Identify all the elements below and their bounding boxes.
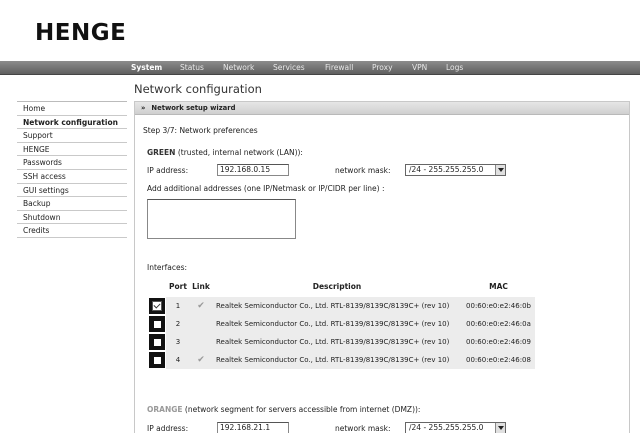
interfaces-table: Port Link Description MAC 1 ✔ Realtek Se…: [148, 280, 535, 369]
page-title: Network configuration: [134, 82, 262, 96]
table-row: 2 Realtek Semiconductor Co., Ltd. RTL-81…: [148, 315, 535, 333]
description-cell: Realtek Semiconductor Co., Ltd. RTL-8139…: [212, 315, 462, 333]
additional-addresses-textarea[interactable]: [147, 199, 296, 239]
mac-cell: 00:60:e0:e2:46:09: [462, 333, 535, 351]
description-cell: Realtek Semiconductor Co., Ltd. RTL-8139…: [212, 297, 462, 315]
link-check-icon: ✔: [197, 301, 205, 311]
orange-ip-input[interactable]: 192.168.21.1: [217, 422, 289, 433]
sidebar-item-credits[interactable]: Credits: [17, 224, 127, 238]
sidebar-item-passwords[interactable]: Passwords: [17, 156, 127, 170]
chevron-down-icon: [495, 423, 505, 433]
port-cell: 4: [166, 351, 190, 369]
orange-zone-description: (network segment for servers accessible …: [184, 405, 421, 414]
description-cell: Realtek Semiconductor Co., Ltd. RTL-8139…: [212, 333, 462, 351]
interface-3-checkbox[interactable]: [149, 334, 165, 350]
mac-cell: 00:60:e0:e2:46:0a: [462, 315, 535, 333]
column-description: Description: [312, 282, 362, 291]
sidebar-item-henge[interactable]: HENGE: [17, 143, 127, 157]
interface-1-checkbox[interactable]: [149, 298, 165, 314]
henge-logo: HENGE: [35, 20, 127, 46]
orange-mask-label: network mask:: [335, 424, 391, 433]
green-ip-input[interactable]: 192.168.0.15: [217, 164, 289, 176]
port-cell: 1: [166, 297, 190, 315]
nav-logs[interactable]: Logs: [446, 63, 463, 72]
table-row: 1 ✔ Realtek Semiconductor Co., Ltd. RTL-…: [148, 297, 535, 315]
orange-mask-value: /24 - 255.255.255.0: [409, 423, 484, 432]
interface-4-checkbox[interactable]: [149, 352, 165, 368]
orange-ip-label: IP address:: [147, 424, 189, 433]
table-row: 3 Realtek Semiconductor Co., Ltd. RTL-81…: [148, 333, 535, 351]
table-header: Port Link Description MAC: [148, 280, 535, 293]
nav-vpn[interactable]: VPN: [412, 63, 427, 72]
panel-header-title: Network setup wizard: [151, 104, 236, 112]
table-row: 4 ✔ Realtek Semiconductor Co., Ltd. RTL-…: [148, 351, 535, 369]
link-check-icon: ✔: [197, 355, 205, 365]
sidebar-item-support[interactable]: Support: [17, 129, 127, 143]
column-mac: MAC: [489, 282, 508, 291]
panel-header: » Network setup wizard: [135, 102, 629, 115]
green-mask-value: /24 - 255.255.255.0: [409, 165, 484, 174]
sidebar-item-backup[interactable]: Backup: [17, 197, 127, 211]
chevron-down-icon: [495, 165, 505, 175]
nav-firewall[interactable]: Firewall: [325, 63, 353, 72]
mac-cell: 00:60:e0:e2:46:08: [462, 351, 535, 369]
sidebar-item-gui-settings[interactable]: GUI settings: [17, 184, 127, 198]
nav-system[interactable]: System: [131, 63, 162, 72]
port-cell: 2: [166, 315, 190, 333]
nav-network[interactable]: Network: [223, 63, 254, 72]
sidebar: Home Network configuration Support HENGE…: [17, 101, 127, 238]
step-label: Step 3/7: Network preferences: [143, 126, 258, 135]
additional-addresses-label: Add additional addresses (one IP/Netmask…: [147, 184, 385, 193]
green-zone-name: GREEN: [147, 148, 176, 157]
port-cell: 3: [166, 333, 190, 351]
green-mask-select[interactable]: /24 - 255.255.255.0: [405, 164, 506, 176]
orange-zone-title: ORANGE (network segment for servers acce…: [147, 405, 420, 414]
orange-zone-name: ORANGE: [147, 405, 183, 414]
sidebar-item-shutdown[interactable]: Shutdown: [17, 211, 127, 225]
double-arrow-icon: »: [141, 104, 146, 112]
nav-services[interactable]: Services: [273, 63, 305, 72]
interfaces-label: Interfaces:: [147, 263, 188, 272]
column-port: Port: [169, 282, 187, 291]
sidebar-item-home[interactable]: Home: [17, 102, 127, 116]
description-cell: Realtek Semiconductor Co., Ltd. RTL-8139…: [212, 351, 462, 369]
green-zone-description: (trusted, internal network (LAN)):: [177, 148, 303, 157]
interface-2-checkbox[interactable]: [149, 316, 165, 332]
sidebar-item-ssh-access[interactable]: SSH access: [17, 170, 127, 184]
green-zone-title: GREEN (trusted, internal network (LAN)):: [147, 148, 303, 157]
green-ip-label: IP address:: [147, 166, 189, 175]
nav-status[interactable]: Status: [180, 63, 204, 72]
nav-proxy[interactable]: Proxy: [372, 63, 393, 72]
sidebar-item-network-configuration[interactable]: Network configuration: [17, 115, 127, 130]
green-mask-label: network mask:: [335, 166, 391, 175]
top-navigation: System Status Network Services Firewall …: [0, 61, 640, 75]
column-link: Link: [192, 282, 210, 291]
mac-cell: 00:60:e0:e2:46:0b: [462, 297, 535, 315]
orange-mask-select[interactable]: /24 - 255.255.255.0: [405, 422, 506, 433]
